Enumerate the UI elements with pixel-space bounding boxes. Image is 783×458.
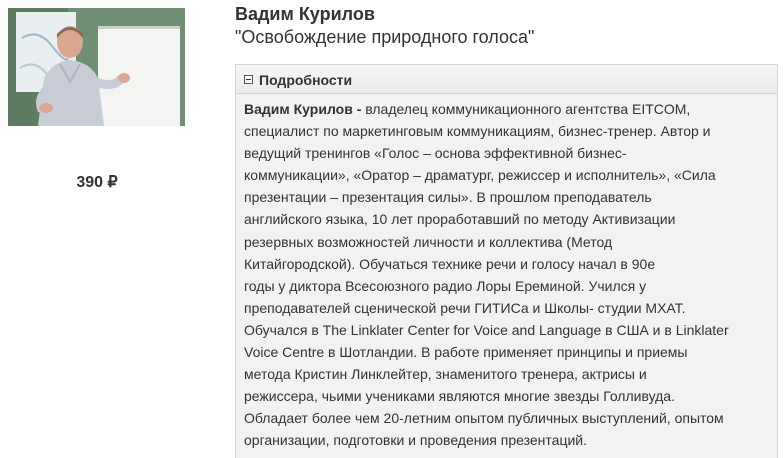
bio-name: Вадим Курилов - (244, 101, 362, 117)
price: 390 ₽ (76, 174, 118, 191)
speaker-photo[interactable] (8, 8, 185, 126)
bio-text: владелец коммуникационного агентства EIT… (244, 101, 729, 449)
product-page: 390 ₽ Вадим Курилов "Освобождение природ… (0, 0, 783, 458)
details-panel: Подробности Вадим Курилов - владелец ком… (235, 64, 778, 458)
speaker-name[interactable]: Вадим Курилов (235, 4, 375, 25)
presenter-image (8, 8, 185, 126)
details-header-label: Подробности (259, 72, 353, 88)
details-toggle-header[interactable]: Подробности (236, 65, 777, 94)
course-title: "Освобождение природного голоса" (235, 27, 535, 47)
speaker-bio: Вадим Курилов - владелец коммуникационно… (236, 94, 777, 452)
minus-box-icon[interactable] (244, 75, 253, 84)
